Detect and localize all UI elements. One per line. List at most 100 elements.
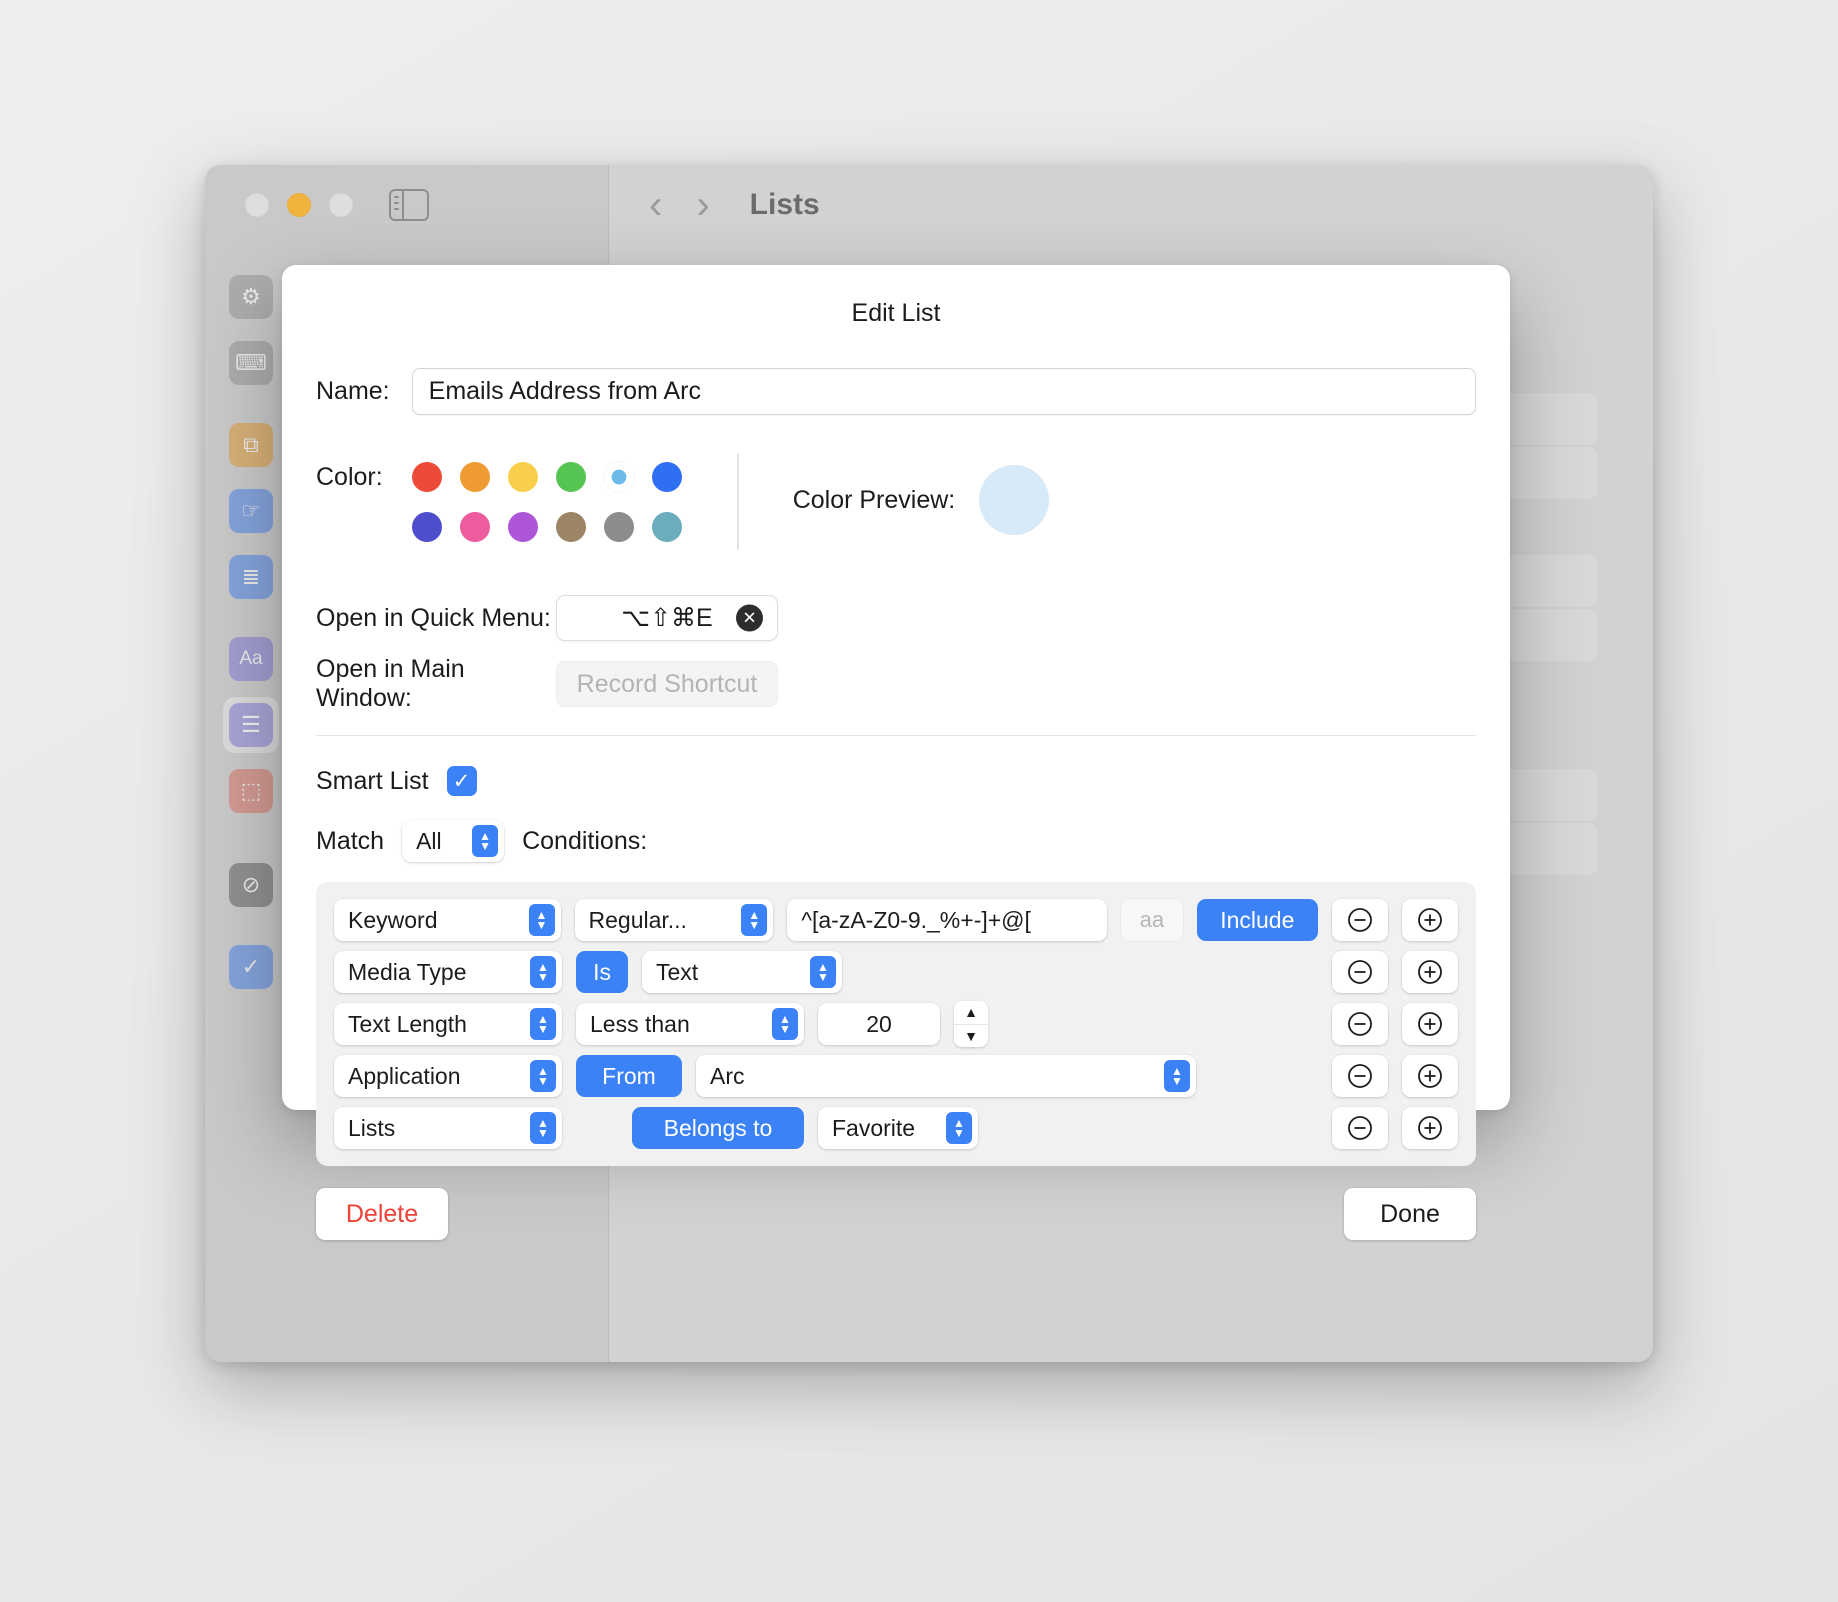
conditions-label: Conditions:	[522, 826, 648, 855]
shortcut-section: Open in Quick Menu: ⌥⇧⌘E ✕ Open in Main …	[316, 593, 1476, 712]
condition-field-select[interactable]: Lists ▲ ▼	[334, 1107, 562, 1149]
done-button-label: Done	[1380, 1199, 1440, 1228]
smart-list-checkbox[interactable]: ✓	[446, 766, 477, 796]
minus-circle-icon[interactable]	[1332, 1055, 1388, 1097]
swatch-color-blue[interactable]	[643, 453, 691, 501]
clear-circle-icon[interactable]: ✕	[736, 604, 763, 632]
titlebar-left	[205, 165, 609, 245]
condition-operator-label: From	[602, 1062, 656, 1089]
stepper-down-icon[interactable]: ▼	[954, 1025, 988, 1048]
minus-circle-icon[interactable]	[1332, 951, 1388, 993]
plus-circle-icon[interactable]	[1402, 1055, 1458, 1097]
condition-value-select[interactable]: Favorite ▲ ▼	[818, 1107, 978, 1149]
close-button[interactable]	[245, 193, 269, 217]
minus-circle-icon[interactable]	[1332, 899, 1388, 941]
sidebar-item-layers[interactable]: ≣	[223, 549, 279, 605]
condition-operator-label: Is	[593, 958, 611, 985]
chevron-updown-icon: ▲ ▼	[530, 956, 556, 988]
main-window-shortcut-field[interactable]: Record Shortcut	[556, 661, 778, 707]
swatch-color-gray[interactable]	[595, 503, 643, 551]
color-swatch-grid	[403, 453, 691, 551]
condition-operator-pill[interactable]: Belongs to	[632, 1107, 804, 1149]
sidebar-item-keyboard[interactable]: ⌨	[223, 335, 279, 391]
smart-list-label: Smart List	[316, 766, 429, 795]
sidebar-item-clipboard[interactable]: ⧉	[223, 417, 279, 473]
chevron-updown-icon: ▲ ▼	[530, 1008, 556, 1040]
page-title: Lists	[749, 188, 820, 221]
plus-circle-icon[interactable]	[1402, 899, 1458, 941]
sidebar-item-actions[interactable]: ☞	[223, 483, 279, 539]
condition-actions	[1332, 951, 1458, 993]
delete-button[interactable]: Delete	[316, 1188, 448, 1240]
keyboard-icon: ⌨	[229, 341, 273, 385]
stepper-up-icon[interactable]: ▲	[954, 1001, 988, 1025]
condition-operator-select[interactable]: Regular... ▲ ▼	[574, 899, 774, 941]
swatch-color-pink[interactable]	[451, 503, 499, 551]
case-sensitivity-label: aa	[1139, 907, 1165, 932]
case-sensitivity-toggle[interactable]: aa	[1121, 899, 1183, 941]
sidebar-item-settings[interactable]: ⚙	[223, 269, 279, 325]
plus-circle-icon[interactable]	[1402, 951, 1458, 993]
delete-button-label: Delete	[345, 1199, 419, 1228]
sidebar-item-privacy[interactable]: ✓	[223, 939, 279, 995]
sidebar-item-screenshot[interactable]: ⬚	[223, 763, 279, 819]
condition-field-value: Lists	[348, 1114, 396, 1141]
condition-field-select[interactable]: Text Length ▲ ▼	[334, 1003, 562, 1045]
conditions-panel: Keyword ▲ ▼ Regular... ▲ ▼ ^[a-zA-Z0-9._%+…	[316, 882, 1476, 1166]
condition-app-select[interactable]: Arc ▲ ▼	[696, 1055, 1196, 1097]
shield-check-icon: ✓	[229, 945, 273, 989]
sidebar-item-text-format[interactable]: Aa	[223, 631, 279, 687]
plus-circle-icon[interactable]	[1402, 1003, 1458, 1045]
chevron-left-icon[interactable]: ‹	[649, 185, 662, 225]
quantity-stepper[interactable]: ▲ ▼	[954, 1001, 988, 1047]
swatch-color-green[interactable]	[547, 453, 595, 501]
condition-number-value: 20	[866, 1010, 892, 1037]
condition-operator-pill[interactable]: Is	[576, 951, 628, 993]
quick-menu-shortcut-value: ⌥⇧⌘E	[621, 604, 713, 632]
minus-circle-icon[interactable]	[1332, 1003, 1388, 1045]
chevron-updown-icon: ▲ ▼	[528, 904, 555, 936]
quick-menu-shortcut-field[interactable]: ⌥⇧⌘E ✕	[556, 595, 778, 641]
condition-row: Media Type ▲ ▼ Is Text ▲ ▼	[334, 950, 1458, 994]
quick-menu-shortcut-row: Open in Quick Menu: ⌥⇧⌘E ✕	[316, 593, 1476, 643]
chevron-updown-icon: ▲ ▼	[472, 825, 499, 857]
zoom-button[interactable]	[329, 193, 353, 217]
condition-field-value: Keyword	[348, 906, 438, 933]
sidebar-item-exclusions[interactable]: ⊘	[223, 857, 279, 913]
minimize-button[interactable]	[287, 193, 311, 217]
condition-number-input[interactable]: 20	[818, 1003, 940, 1045]
condition-operator-select[interactable]: Less than ▲ ▼	[576, 1003, 804, 1045]
layers-icon: ≣	[229, 555, 273, 599]
swatch-color-brown[interactable]	[547, 503, 595, 551]
condition-operator-pill[interactable]: From	[576, 1055, 682, 1097]
condition-value-select[interactable]: Text ▲ ▼	[642, 951, 842, 993]
match-type-select[interactable]: All ▲ ▼	[402, 820, 505, 862]
condition-field-select[interactable]: Application ▲ ▼	[334, 1055, 562, 1097]
chevron-updown-icon: ▲ ▼	[810, 956, 836, 988]
swatch-color-red[interactable]	[403, 453, 451, 501]
plus-circle-icon[interactable]	[1402, 1107, 1458, 1149]
sidebar-toggle-icon[interactable]	[389, 188, 429, 222]
color-picker: Color:	[316, 453, 691, 551]
color-label: Color:	[316, 463, 383, 491]
condition-actions	[1332, 1003, 1458, 1045]
swatch-color-teal[interactable]	[643, 503, 691, 551]
condition-value-input[interactable]: ^[a-zA-Z0-9._%+-]+@[	[787, 899, 1108, 941]
swatch-color-indigo[interactable]	[403, 503, 451, 551]
name-input[interactable]	[411, 368, 1476, 415]
condition-field-select[interactable]: Media Type ▲ ▼	[334, 951, 562, 993]
swatch-color-yellow[interactable]	[499, 453, 547, 501]
screenshot-icon: ⬚	[229, 769, 273, 813]
include-exclude-toggle[interactable]: Include	[1196, 899, 1318, 941]
swatch-color-orange[interactable]	[451, 453, 499, 501]
chevron-updown-icon: ▲ ▼	[772, 1008, 798, 1040]
minus-circle-icon[interactable]	[1332, 1107, 1388, 1149]
done-button[interactable]: Done	[1344, 1188, 1476, 1240]
color-section: Color: Color Preview:	[316, 453, 1476, 551]
swatch-color-light-blue[interactable]	[595, 453, 643, 501]
condition-field-select[interactable]: Keyword ▲ ▼	[334, 899, 561, 941]
chevron-right-icon[interactable]: ›	[696, 185, 709, 225]
swatch-color-purple[interactable]	[499, 503, 547, 551]
condition-operator-value: Regular...	[588, 906, 687, 933]
sidebar-item-lists[interactable]: ☰	[223, 697, 279, 753]
